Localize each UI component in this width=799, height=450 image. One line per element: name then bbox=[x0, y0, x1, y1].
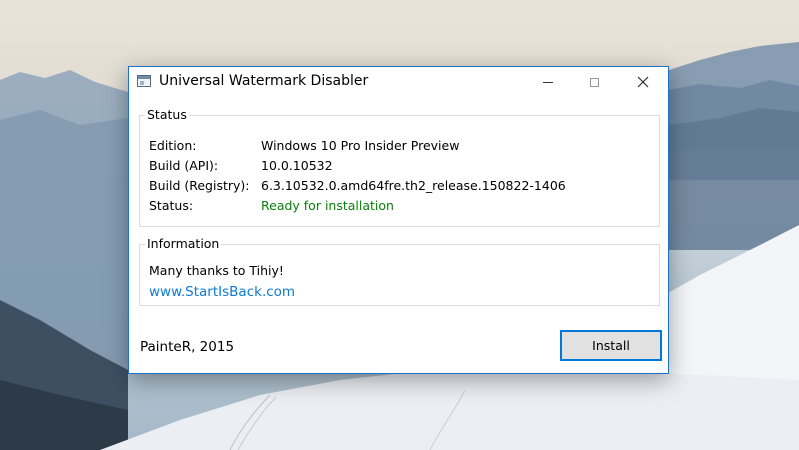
author-credit: PainteR, 2015 bbox=[140, 339, 235, 355]
status-group-title: Status bbox=[145, 107, 189, 122]
title-bar[interactable]: Universal Watermark Disabler bbox=[129, 67, 668, 97]
app-window: Universal Watermark Disabler Status Edit… bbox=[128, 66, 669, 374]
thanks-text: Many thanks to Tihiy! bbox=[149, 263, 284, 278]
close-button[interactable] bbox=[620, 67, 666, 97]
information-groupbox: Information Many thanks to Tihiy! www.St… bbox=[139, 236, 660, 306]
window-app-icon bbox=[137, 75, 151, 87]
close-icon bbox=[637, 76, 649, 88]
build-api-label: Build (API): bbox=[149, 158, 219, 173]
maximize-icon bbox=[589, 77, 599, 87]
edition-label: Edition: bbox=[149, 138, 197, 153]
status-groupbox: Status Edition: Windows 10 Pro Insider P… bbox=[139, 107, 660, 227]
startisback-link[interactable]: www.StartIsBack.com bbox=[149, 284, 295, 300]
edition-value: Windows 10 Pro Insider Preview bbox=[261, 138, 460, 153]
build-registry-label: Build (Registry): bbox=[149, 178, 250, 193]
build-registry-value: 6.3.10532.0.amd64fre.th2_release.150822-… bbox=[261, 178, 566, 193]
build-api-value: 10.0.10532 bbox=[261, 158, 333, 173]
install-button[interactable]: Install bbox=[560, 330, 662, 361]
information-group-title: Information bbox=[145, 236, 222, 251]
maximize-button[interactable] bbox=[571, 67, 617, 97]
window-title: Universal Watermark Disabler bbox=[159, 73, 369, 89]
minimize-button[interactable] bbox=[525, 67, 571, 97]
status-value: Ready for installation bbox=[261, 198, 394, 213]
status-label: Status: bbox=[149, 198, 194, 213]
minimize-icon bbox=[543, 81, 553, 83]
